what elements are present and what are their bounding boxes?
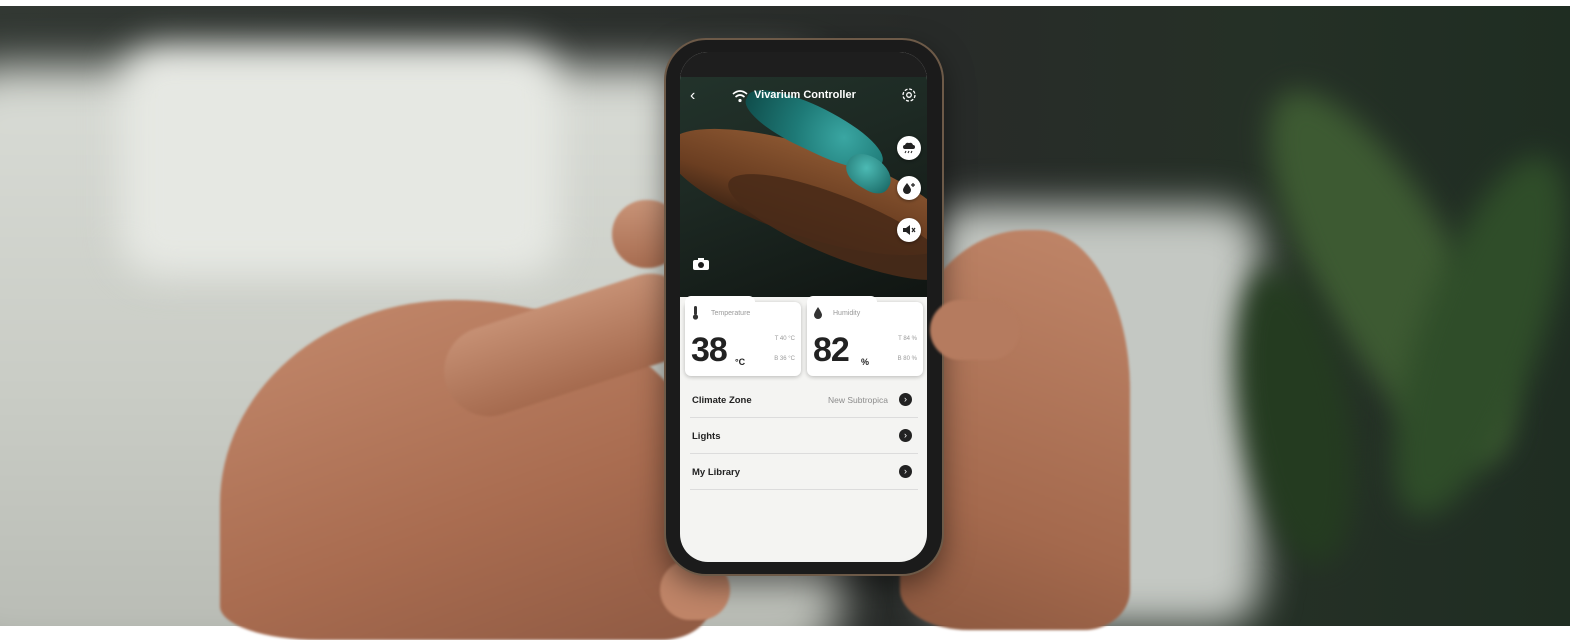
menu-item-climate-zone[interactable]: Climate Zone New Subtropica › [690,382,918,418]
phone-screen: ‹ Vivarium Controller Temperature 38 °C … [680,52,927,562]
temperature-min: B 36 °C [774,356,795,362]
chevron-right-icon: › [899,429,912,442]
menu-item-label: Lights [692,431,721,442]
temperature-card[interactable]: Temperature 38 °C T 40 °C B 36 °C [685,296,801,376]
status-bar [680,52,927,77]
humidity-value: 82 [813,331,850,369]
menu-item-my-library[interactable]: My Library › [690,454,918,490]
thermometer-icon [692,306,699,320]
droplet-plus-icon [903,183,915,194]
back-arrow-icon[interactable]: ‹ [690,87,695,105]
rain-button[interactable] [897,136,921,160]
menu-item-label: Climate Zone [692,395,752,406]
smartphone: ‹ Vivarium Controller Temperature 38 °C … [666,40,942,574]
chevron-right-icon: › [899,465,912,478]
temperature-max: T 40 °C [774,336,795,342]
settings-menu: Climate Zone New Subtropica › Lights › M… [690,382,918,490]
rain-cloud-icon [903,142,915,154]
humidity-min: B 80 % [897,356,917,362]
gear-icon[interactable] [899,85,919,105]
humidity-card[interactable]: Humidity 82 % T 84 % B 80 % [807,296,923,376]
speaker-mute-icon [903,225,916,235]
menu-item-value: New Subtropica [827,395,888,405]
mute-button[interactable] [897,218,921,242]
background-blurred-object [120,46,560,276]
camera-icon[interactable] [692,257,710,271]
temperature-value: 38 [691,331,728,369]
humidity-droplet-icon [814,307,822,319]
temperature-label: Temperature [711,310,751,317]
menu-item-label: My Library [692,467,741,478]
chevron-right-icon: › [899,393,912,406]
humidity-boost-button[interactable] [897,176,921,200]
wifi-icon [732,90,748,103]
temperature-unit: °C [735,357,746,367]
app-title: Vivarium Controller [754,89,856,101]
humidity-max: T 84 % [898,336,917,342]
humidity-label: Humidity [833,310,861,317]
right-finger [930,300,1020,360]
menu-item-lights[interactable]: Lights › [690,418,918,454]
humidity-unit: % [861,357,870,367]
top-bar: ‹ Vivarium Controller [680,85,927,111]
